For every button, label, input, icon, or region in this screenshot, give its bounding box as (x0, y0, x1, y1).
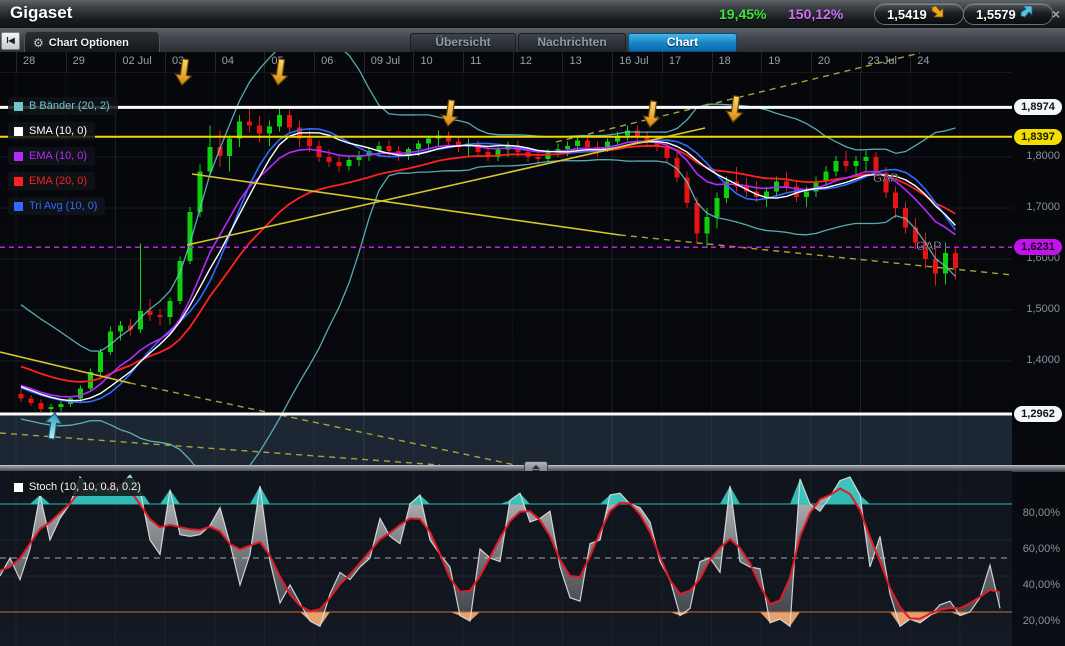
price-label: 1,8000 (1012, 150, 1060, 162)
chart-options-label: Chart Optionen (49, 37, 129, 49)
toolbar: I◀ ⚙ Chart Optionen Übersicht Nachrichte… (0, 28, 1065, 53)
stoch-legend: Stoch (10, 10, 0.8, 0.2) (8, 478, 149, 496)
stochastic-chart[interactable] (0, 471, 1012, 646)
instrument-title: Gigaset (10, 3, 72, 23)
price-label: 1,5000 (1012, 303, 1060, 315)
candlestick-chart[interactable]: GAP GAP (0, 52, 1012, 466)
arrow-up-right-icon (1019, 4, 1034, 24)
legend-label: Stoch (10, 10, 0.8, 0.2) (29, 481, 141, 493)
price-level-badge: 1,8974 (1014, 99, 1062, 115)
ask-price-button[interactable]: 1,5579 (963, 3, 1053, 25)
legend-item: Stoch (10, 10, 0.8, 0.2) (8, 478, 149, 496)
overlay-legend: B Bänder (20, 2) SMA (10, 0) EMA (10, 0) EM… (8, 97, 118, 215)
legend-swatch (14, 102, 23, 111)
stoch-percent-label: 20,00% (1012, 615, 1060, 627)
legend-label: EMA (20, 0) (29, 175, 87, 187)
legend-swatch (14, 202, 23, 211)
legend-item: SMA (10, 0) (8, 122, 95, 140)
price-level-badge: 1,8397 (1014, 129, 1062, 145)
legend-label: Tri Avg (10, 0) (29, 200, 97, 212)
gap-annotation: GAP (916, 239, 941, 253)
sell-arrow-icon (174, 58, 193, 86)
sell-arrow-icon (642, 100, 661, 128)
trading-app-window: Gigaset 19,45% 150,12% 1,5419 1,5579 × I… (0, 0, 1065, 646)
legend-swatch (14, 483, 23, 492)
legend-label: SMA (10, 0) (29, 125, 87, 137)
legend-swatch (14, 152, 23, 161)
stoch-percent-label: 40,00% (1012, 579, 1060, 591)
legend-item: B Bänder (20, 2) (8, 97, 118, 115)
collapse-panel-button[interactable]: I◀ (1, 32, 20, 50)
gear-icon: ⚙ (33, 37, 44, 49)
title-bar: Gigaset 19,45% 150,12% 1,5419 1,5579 × (0, 0, 1065, 29)
legend-item: EMA (10, 0) (8, 147, 95, 165)
sell-arrow-icon (440, 99, 459, 127)
stoch-percent-label: 80,00% (1012, 507, 1060, 519)
tab-uebersicht[interactable]: Übersicht (410, 33, 516, 52)
arrow-down-right-icon (930, 4, 945, 24)
change-percent-purple: 150,12% (788, 6, 843, 22)
sell-arrow-icon (270, 58, 289, 86)
price-level-badge: 1,6231 (1014, 239, 1062, 255)
close-icon[interactable]: × (1048, 6, 1064, 22)
tab-nachrichten[interactable]: Nachrichten (518, 33, 626, 52)
bid-price-button[interactable]: 1,5419 (874, 3, 964, 25)
price-label: 1,4000 (1012, 354, 1060, 366)
price-level-badge: 1,2962 (1014, 406, 1062, 422)
price-label: 1,7000 (1012, 201, 1060, 213)
legend-item: EMA (20, 0) (8, 172, 95, 190)
legend-label: B Bänder (20, 2) (29, 100, 110, 112)
legend-swatch (14, 177, 23, 186)
gap-annotation: GAP (873, 171, 898, 185)
legend-item: Tri Avg (10, 0) (8, 197, 105, 215)
chart-area: 282902 Jul0304050609 Jul1011121316 Jul17… (0, 52, 1065, 646)
bid-price: 1,5419 (887, 7, 927, 22)
tab-chart-options[interactable]: ⚙ Chart Optionen (24, 31, 160, 53)
ask-price: 1,5579 (976, 7, 1016, 22)
legend-label: EMA (10, 0) (29, 150, 87, 162)
tab-chart[interactable]: Chart (628, 33, 737, 52)
candles (19, 106, 958, 414)
stoch-percent-label: 60,00% (1012, 543, 1060, 555)
change-percent-green: 19,45% (719, 6, 766, 22)
legend-swatch (14, 127, 23, 136)
splitter-up-icon (532, 465, 540, 469)
